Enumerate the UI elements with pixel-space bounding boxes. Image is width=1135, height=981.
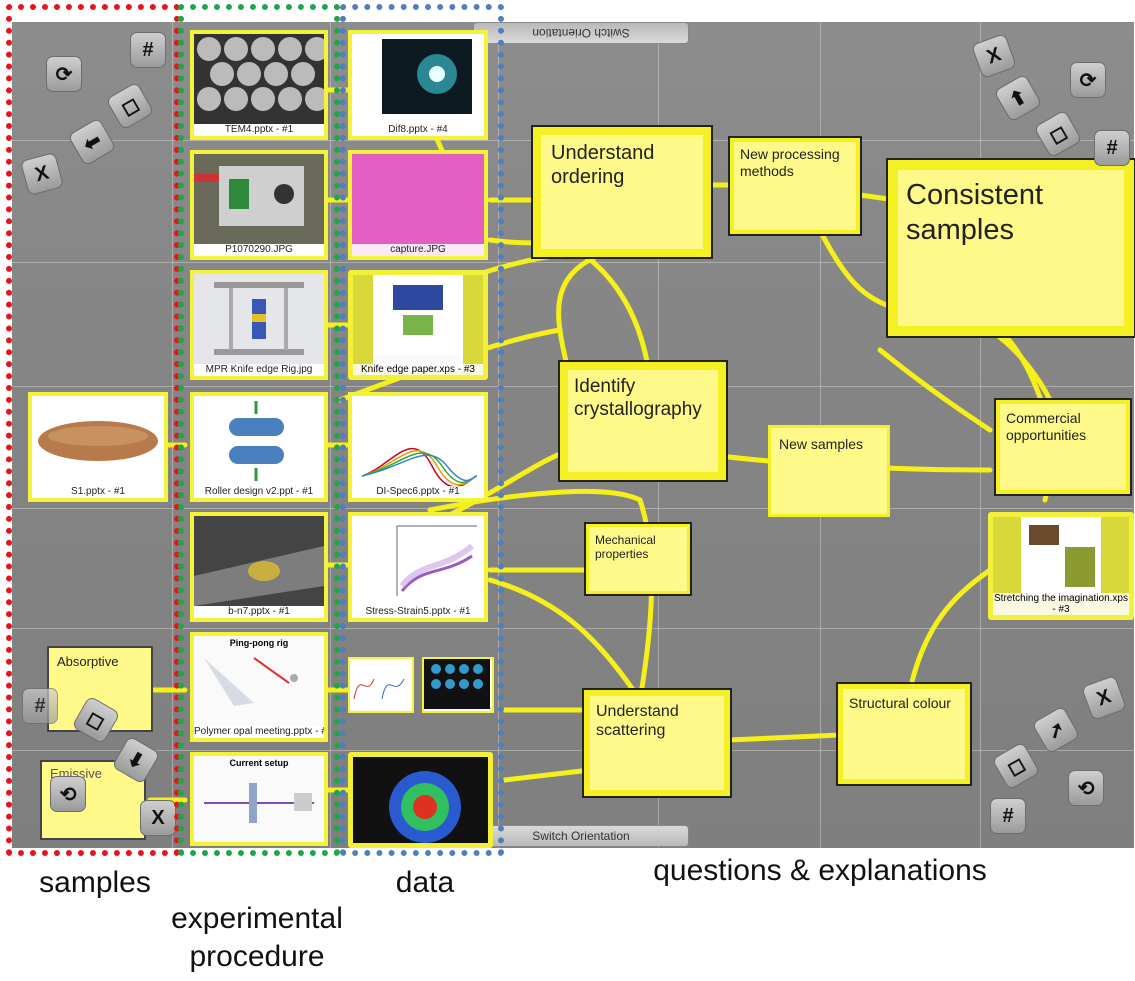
- note-text: Understand ordering: [551, 142, 655, 188]
- note-text: New processing methods: [740, 146, 840, 179]
- grid-toggle-button[interactable]: #: [990, 798, 1026, 834]
- caption-procedure: experimental procedure: [171, 902, 343, 973]
- data-card-stretching-imagination[interactable]: Stretching the imagination.xps - #3: [988, 512, 1134, 620]
- procedure-frame: [178, 4, 340, 856]
- note-new-samples[interactable]: New samples: [768, 425, 890, 517]
- note-commercial-opportunities[interactable]: Commercial opportunities: [994, 398, 1132, 496]
- caption-questions: questions & explanations: [653, 854, 987, 887]
- note-text: New samples: [779, 436, 864, 452]
- note-understand-scattering[interactable]: Understand scattering: [582, 688, 732, 798]
- note-text: Structural colour: [849, 695, 951, 711]
- note-text: Identify crystallography: [574, 376, 702, 420]
- note-consistent-samples[interactable]: Consistent samples: [886, 158, 1135, 338]
- caption-samples: samples: [39, 866, 151, 899]
- note-new-processing-methods[interactable]: New processing methods: [728, 136, 862, 236]
- samples-frame: [6, 4, 180, 856]
- rotate-icon[interactable]: ⟲: [1068, 770, 1104, 806]
- note-mechanical-properties[interactable]: Mechanical properties: [584, 522, 692, 596]
- grid-toggle-button[interactable]: #: [1094, 130, 1130, 166]
- data-frame: [340, 4, 504, 856]
- note-text: Mechanical properties: [595, 533, 656, 562]
- note-text: Consistent samples: [906, 179, 1044, 246]
- grid-line: [980, 22, 981, 848]
- thumb-caption: Stretching the imagination.xps - #3: [993, 593, 1129, 615]
- switch-orientation-bottom-button[interactable]: Switch Orientation: [473, 825, 689, 847]
- note-understand-ordering[interactable]: Understand ordering: [531, 125, 713, 259]
- note-text: Commercial opportunities: [1006, 410, 1087, 443]
- note-structural-colour[interactable]: Structural colour: [836, 682, 972, 786]
- rotate-icon[interactable]: ⟳: [1070, 62, 1106, 98]
- note-text: Understand scattering: [596, 703, 679, 740]
- caption-data: data: [395, 866, 455, 899]
- note-identify-crystallography[interactable]: Identify crystallography: [558, 360, 728, 482]
- switch-orientation-top-button[interactable]: Switch Orientation: [473, 22, 689, 44]
- stretching-page-image: [1021, 517, 1101, 597]
